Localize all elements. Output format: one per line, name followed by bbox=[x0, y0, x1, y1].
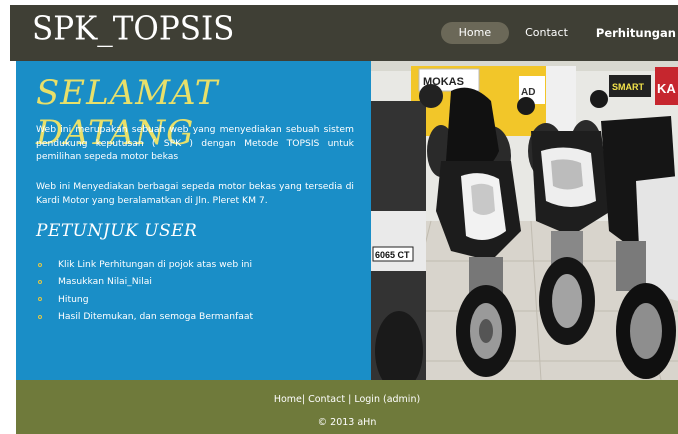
sign-ka: KA bbox=[657, 81, 676, 96]
step-text: Masukkan Nilai_Nilai bbox=[58, 276, 152, 288]
footer-separator: | bbox=[301, 394, 306, 405]
footer-login-link[interactable]: Login (admin) bbox=[354, 394, 420, 405]
list-item: Hitung bbox=[36, 291, 253, 308]
sign-ad: AD bbox=[521, 87, 535, 98]
bullet-icon bbox=[38, 262, 42, 267]
footer-separator: | bbox=[348, 394, 352, 405]
step-text: Hitung bbox=[58, 293, 89, 305]
sign-smart: SMART bbox=[612, 82, 644, 92]
step-text: Klik Link Perhitungan di pojok atas web … bbox=[58, 259, 253, 271]
instructions-list: Klik Link Perhitungan di pojok atas web … bbox=[36, 256, 253, 325]
bullet-icon bbox=[38, 314, 42, 319]
intro-paragraph: Web ini merupakan sebuah web yang menyed… bbox=[36, 124, 354, 162]
main-nav: Home Contact Perhitungan bbox=[440, 22, 678, 44]
nav-contact[interactable]: Contact bbox=[511, 22, 582, 44]
instructions-heading: PETUNJUK USER bbox=[36, 221, 198, 241]
main-content: SELAMAT DATANG Web ini merupakan sebuah … bbox=[16, 61, 678, 380]
footer-links: Home| Contact | Login (admin) bbox=[16, 394, 678, 405]
footer-home-link[interactable]: Home bbox=[274, 394, 302, 405]
step-text: Hasil Ditemukan, dan semoga Bermanfaat bbox=[58, 311, 254, 323]
bullet-icon bbox=[38, 279, 42, 284]
list-item: Klik Link Perhitungan di pojok atas web … bbox=[36, 256, 253, 273]
copyright-text: © 2013 aHn bbox=[317, 417, 377, 428]
bullet-icon bbox=[38, 297, 42, 302]
nav-perhitungan[interactable]: Perhitungan bbox=[582, 22, 678, 44]
plate-number: 6065 CT bbox=[375, 250, 410, 260]
footer-bar: Home| Contact | Login (admin) © 2013 aHn bbox=[16, 380, 678, 434]
nav-home[interactable]: Home bbox=[440, 22, 510, 44]
list-item: Masukkan Nilai_Nilai bbox=[36, 273, 253, 290]
footer-contact-link[interactable]: Contact bbox=[308, 394, 345, 405]
header-bar: SPK_TOPSIS Home Contact Perhitungan bbox=[10, 5, 678, 61]
list-item: Hasil Ditemukan, dan semoga Bermanfaat bbox=[36, 308, 253, 325]
site-logo[interactable]: SPK_TOPSIS bbox=[32, 10, 234, 48]
motorcycle-photo: MOKAS AD SMART KA 6065 CT bbox=[371, 61, 678, 380]
intro-panel: SELAMAT DATANG Web ini merupakan sebuah … bbox=[16, 61, 371, 380]
store-paragraph: Web ini Menyediakan berbagai sepeda moto… bbox=[36, 181, 354, 206]
